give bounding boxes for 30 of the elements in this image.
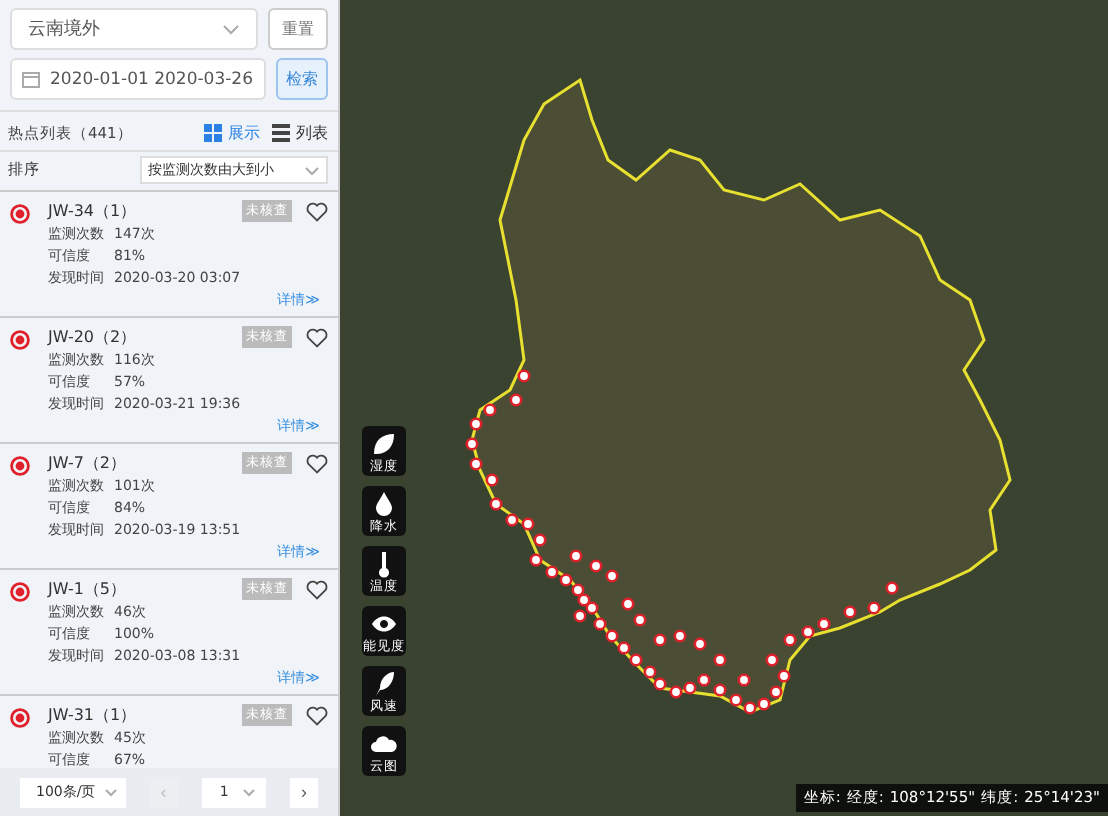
grid-icon: [204, 124, 222, 142]
date-range-field[interactable]: 2020-01-01 2020-03-26: [10, 58, 265, 100]
target-icon: [10, 582, 30, 602]
target-icon: [10, 708, 30, 728]
drop-icon: [370, 489, 398, 517]
target-icon: [10, 456, 30, 476]
view-tab[interactable]: 列表: [272, 122, 328, 144]
heart-icon[interactable]: [306, 453, 328, 473]
view-tab[interactable]: 展示: [204, 122, 260, 144]
target-icon: [10, 204, 30, 224]
hotspot-name: JW-20（2）: [48, 326, 139, 348]
hotspot-name: JW-31（1）: [48, 704, 139, 726]
list-icon: [272, 124, 290, 142]
hotspot-name: JW-7（2）: [48, 452, 129, 474]
chevron-icon: [304, 165, 320, 175]
chevron-icon: [103, 787, 118, 797]
hotspot-name: JW-34（1）: [48, 200, 139, 222]
region-select[interactable]: 云南境外: [10, 8, 258, 50]
reset-button[interactable]: 重置: [268, 8, 328, 50]
next-page-button[interactable]: ›: [290, 777, 318, 807]
heart-icon[interactable]: [306, 201, 328, 221]
target-icon: [10, 330, 30, 350]
hotspot-name: JW-1（5）: [48, 578, 129, 600]
heart-icon[interactable]: [306, 327, 328, 347]
chevron-icon: [222, 23, 240, 35]
calendar-icon: [22, 70, 40, 88]
heart-icon[interactable]: [306, 579, 328, 599]
heart-icon[interactable]: [306, 705, 328, 725]
chevron-icon: [241, 787, 256, 797]
leaf-icon: [370, 429, 398, 457]
